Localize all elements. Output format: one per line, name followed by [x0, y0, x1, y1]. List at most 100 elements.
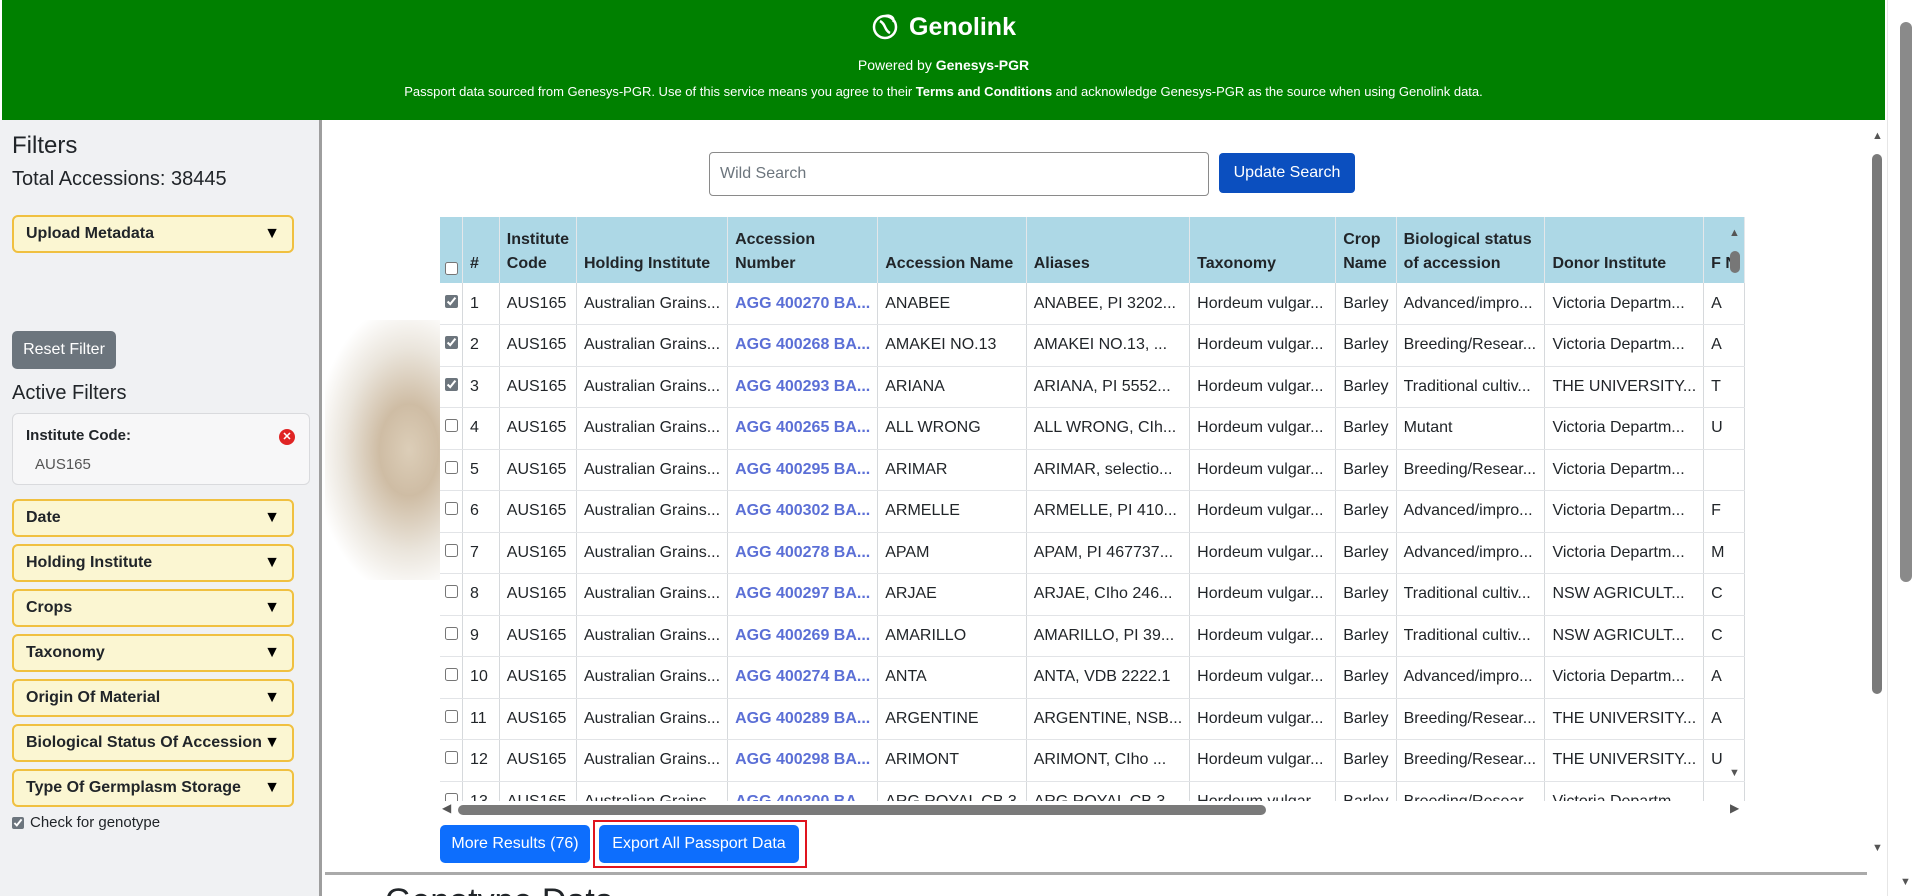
- row-checkbox[interactable]: [444, 294, 458, 308]
- row-checkbox[interactable]: [444, 543, 458, 557]
- terms-link[interactable]: Terms and Conditions: [916, 84, 1052, 99]
- cell-accession-name: ARIMAR: [877, 449, 1027, 491]
- upload-metadata-dropdown[interactable]: Upload Metadata ▼: [12, 215, 294, 253]
- table-row[interactable]: 10 AUS165 Australian Grains... AGG 400274 B…: [440, 656, 1745, 699]
- cell-holding-institute: Australian Grains...: [576, 739, 729, 782]
- table-row[interactable]: 13AUS165Australian Grains...AGG 400300 B…: [440, 781, 1745, 801]
- cell-aliases: APAM, PI 467737...: [1026, 532, 1191, 574]
- row-checkbox[interactable]: [444, 709, 458, 723]
- genotype-checkbox-row[interactable]: Check for genotype: [12, 814, 160, 831]
- col-header-donor-institute[interactable]: Donor Institute: [1544, 217, 1705, 283]
- filter-crops[interactable]: Crops ▼: [12, 589, 294, 627]
- filter-germplasm-storage[interactable]: Type Of Germplasm Storage ▼: [12, 769, 294, 807]
- brand: Genolink: [2, 12, 1885, 42]
- reset-filter-button[interactable]: Reset Filter: [12, 331, 116, 369]
- scroll-up-arrow-icon[interactable]: ▲: [1872, 130, 1883, 142]
- scroll-down-arrow-icon[interactable]: ▼: [1729, 767, 1740, 779]
- table-row[interactable]: 8 AUS165 Australian Grains... AGG 400297 BA…: [440, 573, 1745, 616]
- cell-aliases: AMAKEI NO.13, ...: [1026, 324, 1191, 367]
- col-header-index[interactable]: #: [462, 217, 500, 283]
- row-checkbox[interactable]: [444, 668, 458, 682]
- cell-holding-institute: Australian Grains...: [576, 781, 729, 801]
- row-checkbox[interactable]: [444, 419, 458, 433]
- scrollbar-thumb[interactable]: [1730, 251, 1740, 273]
- col-header-taxonomy[interactable]: Taxonomy: [1189, 217, 1337, 283]
- scroll-right-arrow-icon[interactable]: ▶: [1730, 801, 1739, 815]
- table-row[interactable]: 4 AUS165 Australian Grains... AGG 400265 BA…: [440, 407, 1745, 450]
- col-header-accession-number[interactable]: Accession Number: [727, 217, 879, 283]
- table-row[interactable]: 6 AUS165 Australian Grains... AGG 400302 BA…: [440, 490, 1745, 533]
- row-select-cell: [440, 615, 464, 657]
- col-header-crop-name[interactable]: Crop Name: [1335, 217, 1397, 283]
- col-header-holding-institute[interactable]: Holding Institute: [576, 217, 729, 283]
- select-all-checkbox[interactable]: [444, 262, 458, 275]
- remove-filter-icon[interactable]: ✕: [279, 429, 295, 445]
- cell-accession-number[interactable]: AGG 400298 BA...: [727, 739, 879, 782]
- row-checkbox[interactable]: [444, 377, 458, 391]
- cell-taxonomy: Hordeum vulgar...: [1189, 739, 1337, 782]
- cell-holding-institute: Australian Grains...: [576, 449, 729, 491]
- cell-accession-number[interactable]: AGG 400289 BA...: [727, 698, 879, 740]
- scroll-up-arrow-icon[interactable]: ▲: [1729, 227, 1740, 239]
- more-results-button[interactable]: More Results (76): [440, 825, 590, 863]
- scrollbar-thumb[interactable]: [458, 805, 1266, 815]
- cell-donor-institute: Victoria Departm...: [1544, 407, 1705, 450]
- row-checkbox[interactable]: [444, 460, 458, 474]
- cell-accession-number[interactable]: AGG 400302 BA...: [727, 490, 879, 533]
- cell-accession-number[interactable]: AGG 400274 BA...: [727, 656, 879, 699]
- table-row[interactable]: 1 AUS165 Australian Grains... AGG 400270 BA…: [440, 283, 1745, 325]
- main-vertical-scrollbar[interactable]: ▲ ▼: [1867, 120, 1887, 896]
- update-search-button[interactable]: Update Search: [1219, 153, 1355, 193]
- row-checkbox[interactable]: [444, 792, 458, 801]
- scroll-down-arrow-icon[interactable]: ▼: [1900, 876, 1911, 888]
- cell-taxonomy: Hordeum vulgar...: [1189, 283, 1337, 325]
- col-header-accession-name[interactable]: Accession Name: [877, 217, 1027, 283]
- total-accessions: Total Accessions: 38445: [12, 168, 227, 190]
- table-row[interactable]: 7 AUS165 Australian Grains... AGG 400278 BA…: [440, 532, 1745, 574]
- table-row[interactable]: 12 AUS165 Australian Grains... AGG 400298 B…: [440, 739, 1745, 782]
- cell-accession-number[interactable]: AGG 400268 BA...: [727, 324, 879, 367]
- col-header-institute-code[interactable]: Institute Code: [499, 217, 578, 283]
- cell-index: 12: [462, 739, 500, 782]
- wild-search-input[interactable]: [709, 152, 1209, 196]
- cell-accession-number[interactable]: AGG 400265 BA...: [727, 407, 879, 450]
- col-header-biological-status[interactable]: Biological status of accession: [1396, 217, 1546, 283]
- filter-taxonomy[interactable]: Taxonomy ▼: [12, 634, 294, 672]
- table-row[interactable]: 2 AUS165 Australian Grains... AGG 400268 BA…: [440, 324, 1745, 367]
- cell-accession-number[interactable]: AGG 400300 BA...: [727, 781, 879, 801]
- caret-down-icon: ▼: [264, 779, 280, 796]
- cell-crop-name: Barley: [1335, 615, 1397, 657]
- export-passport-data-button[interactable]: Export All Passport Data: [599, 825, 799, 863]
- row-select-cell: [440, 656, 464, 699]
- scrollbar-thumb[interactable]: [1872, 154, 1882, 694]
- cell-accession-number[interactable]: AGG 400270 BA...: [727, 283, 879, 325]
- scroll-left-arrow-icon[interactable]: ◀: [442, 801, 451, 815]
- scroll-down-arrow-icon[interactable]: ▼: [1872, 842, 1883, 854]
- cell-biological-status: Mutant: [1396, 407, 1546, 450]
- cell-accession-number[interactable]: AGG 400293 BA...: [727, 366, 879, 408]
- table-row[interactable]: 11 AUS165 Australian Grains... AGG 400289 B…: [440, 698, 1745, 740]
- table-row[interactable]: 9 AUS165 Australian Grains... AGG 400269 BA…: [440, 615, 1745, 657]
- table-horizontal-scrollbar[interactable]: ◀ ▶: [440, 801, 1745, 817]
- filter-date[interactable]: Date ▼: [12, 499, 294, 537]
- genesys-link[interactable]: Genesys-PGR: [936, 57, 1029, 73]
- table-vertical-scrollbar[interactable]: ▲ ▼: [1727, 217, 1743, 801]
- cell-accession-number[interactable]: AGG 400297 BA...: [727, 573, 879, 616]
- genotype-checkbox[interactable]: [12, 816, 24, 829]
- filter-holding-institute[interactable]: Holding Institute ▼: [12, 544, 294, 582]
- table-row[interactable]: 5 AUS165 Australian Grains... AGG 400295 BA…: [440, 449, 1745, 491]
- row-checkbox[interactable]: [444, 336, 458, 350]
- filter-biological-status[interactable]: Biological Status Of Accession ▼: [12, 724, 294, 762]
- row-checkbox[interactable]: [444, 626, 458, 640]
- row-checkbox[interactable]: [444, 585, 458, 599]
- row-checkbox[interactable]: [444, 502, 458, 516]
- cell-accession-number[interactable]: AGG 400295 BA...: [727, 449, 879, 491]
- cell-accession-number[interactable]: AGG 400278 BA...: [727, 532, 879, 574]
- table-row[interactable]: 3 AUS165 Australian Grains... AGG 400293 BA…: [440, 366, 1745, 408]
- row-checkbox[interactable]: [444, 751, 458, 765]
- scrollbar-thumb[interactable]: [1900, 22, 1912, 582]
- page-vertical-scrollbar[interactable]: ▼: [1887, 0, 1920, 896]
- filter-origin-of-material[interactable]: Origin Of Material ▼: [12, 679, 294, 717]
- col-header-aliases[interactable]: Aliases: [1026, 217, 1191, 283]
- cell-accession-number[interactable]: AGG 400269 BA...: [727, 615, 879, 657]
